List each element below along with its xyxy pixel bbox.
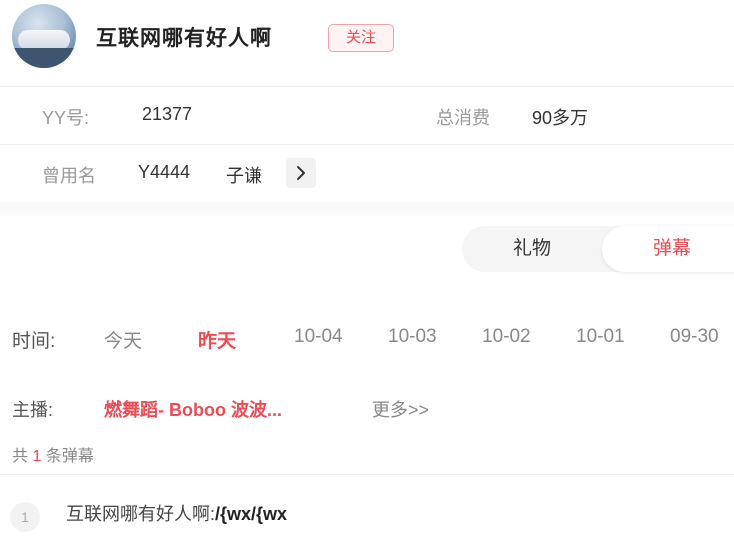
divider: [0, 86, 734, 87]
divider: [0, 144, 734, 145]
alias-label: 曾用名: [42, 166, 96, 186]
date-option[interactable]: 09-30: [670, 326, 719, 348]
info-row-alias: 曾用名 Y4444 子谦: [0, 146, 734, 202]
avatar-cloud-shape: [18, 30, 70, 50]
count-suffix: 条弹幕: [45, 448, 94, 465]
host-label: 主播:: [12, 400, 54, 420]
date-option[interactable]: 10-02: [482, 326, 531, 348]
profile-header: 互联网哪有好人啊 关注: [0, 0, 734, 78]
spend-label: 总消费: [436, 108, 490, 128]
alias-value: Y4444: [138, 162, 191, 182]
count-prefix: 共: [12, 448, 29, 465]
yy-value: 21377: [142, 104, 193, 124]
yy-label: YY号:: [42, 108, 90, 128]
tab-danmu[interactable]: 弹幕: [602, 226, 734, 272]
avatar[interactable]: [12, 4, 76, 68]
date-option[interactable]: 今天: [104, 326, 142, 353]
avatar-ground-shape: [12, 48, 76, 68]
list-item: 1 互联网哪有好人啊:/{wx/{wx: [0, 488, 734, 543]
host-name-link[interactable]: 燃舞蹈- Boboo 波波...: [104, 396, 282, 422]
alias-value: 子谦: [226, 166, 262, 186]
host-more-link[interactable]: 更多>>: [372, 396, 429, 422]
date-option-active[interactable]: 昨天: [198, 326, 236, 353]
divider: [0, 474, 734, 475]
message-sender: 互联网哪有好人啊:: [66, 504, 216, 524]
tab-switcher: 礼物 弹幕: [462, 226, 734, 272]
date-option[interactable]: 10-01: [576, 326, 625, 348]
message-content: /{wx/{wx: [215, 504, 288, 524]
date-option[interactable]: 10-04: [294, 326, 343, 348]
danmu-count: 共 1 条弹幕: [12, 442, 94, 466]
alias-expand-button[interactable]: [286, 158, 316, 188]
message-index: 1: [10, 502, 40, 532]
date-filter-label: 时间:: [12, 331, 56, 352]
info-row-yy: YY号: 21377 总消费 90多万: [0, 88, 734, 144]
date-filter: 时间: 今天 昨天 10-04 10-03 10-02 10-01 09-30: [0, 322, 734, 356]
message-text: 互联网哪有好人啊:/{wx/{wx: [66, 500, 287, 526]
section-separator: [0, 202, 734, 216]
username: 互联网哪有好人啊: [96, 27, 272, 50]
spend-value: 90多万: [532, 108, 589, 128]
count-number: 1: [32, 448, 42, 465]
chevron-right-icon: [297, 166, 305, 180]
follow-button[interactable]: 关注: [328, 24, 394, 52]
host-filter: 主播: 燃舞蹈- Boboo 波波... 更多>>: [0, 394, 734, 424]
tab-gift[interactable]: 礼物: [462, 226, 602, 272]
date-option[interactable]: 10-03: [388, 326, 437, 348]
